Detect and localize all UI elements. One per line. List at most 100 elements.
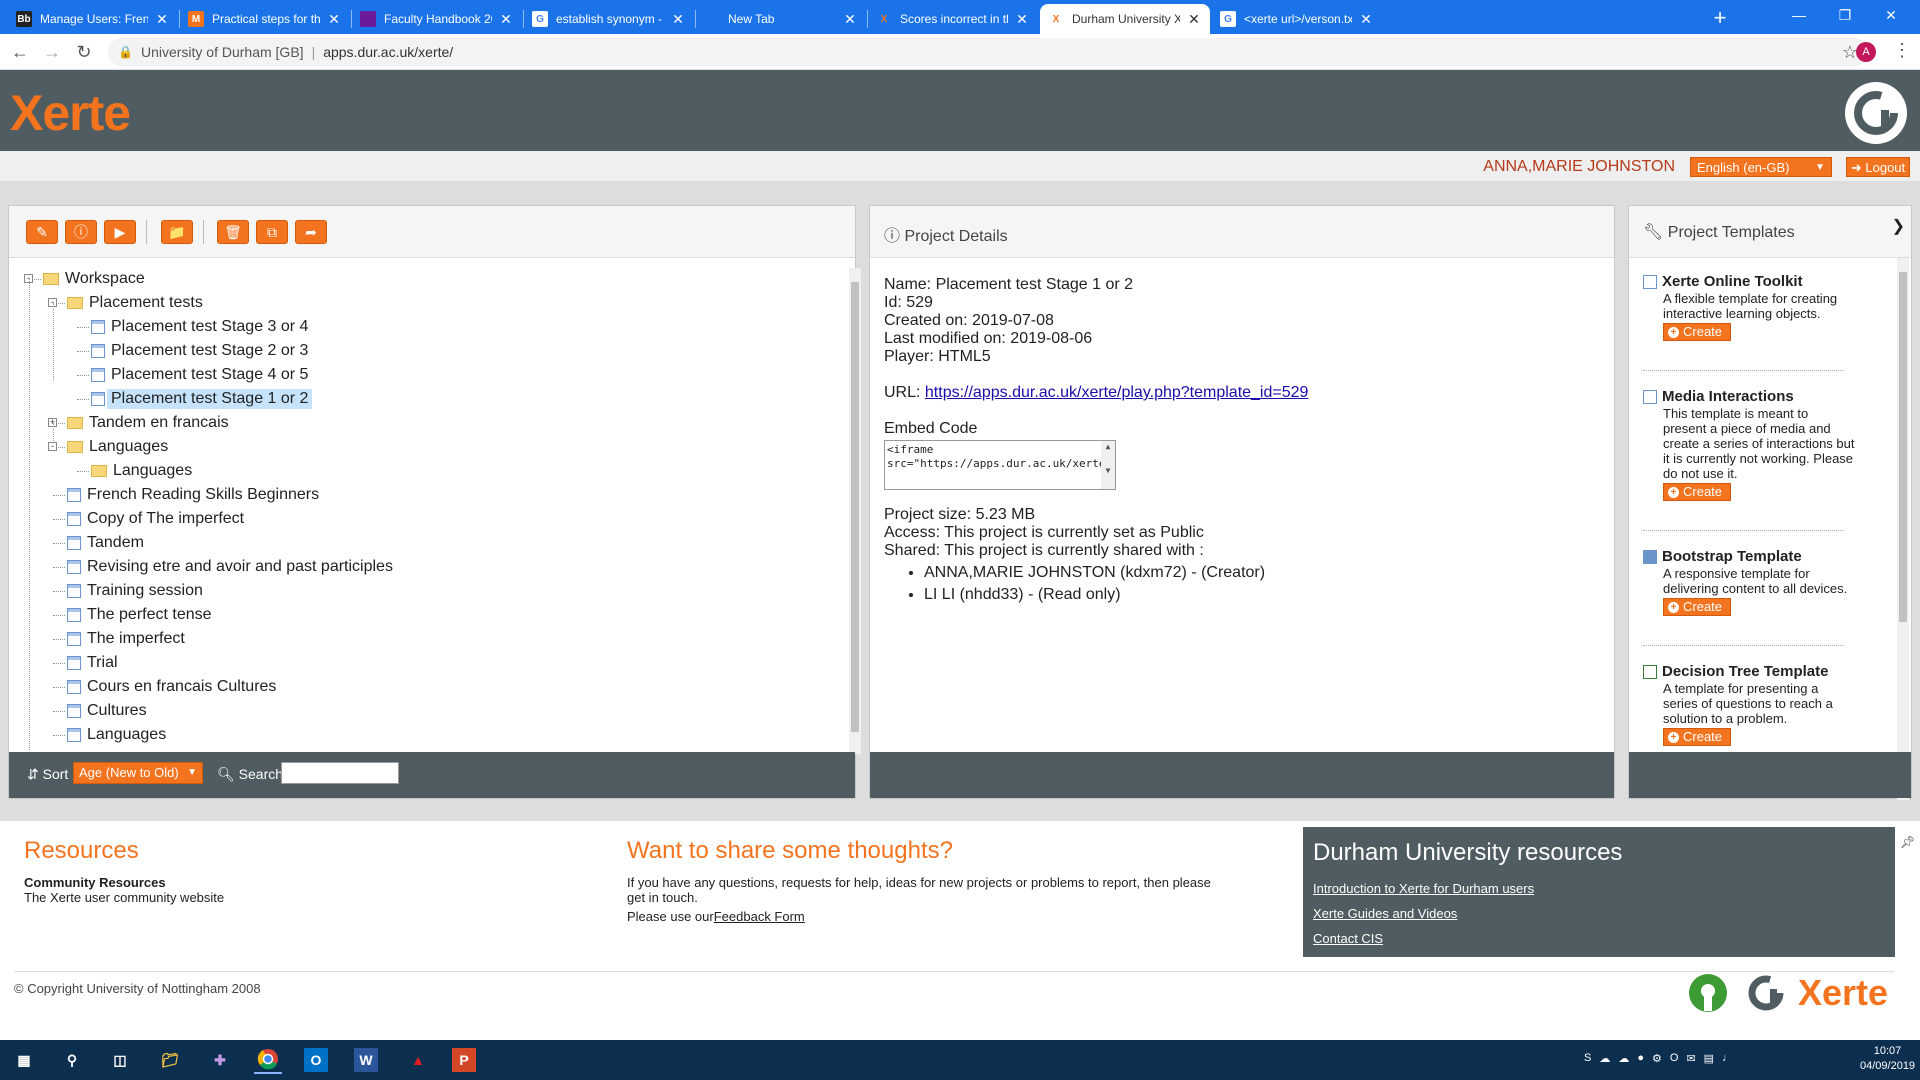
- sort-select[interactable]: Age (New to Old) ▼: [73, 762, 203, 784]
- browser-tab[interactable]: Faculty Handbook 2019-20 ✕: [352, 4, 522, 34]
- collapse-icon[interactable]: -: [48, 442, 57, 451]
- templates-scrollbar[interactable]: [1897, 258, 1909, 800]
- tray-icon[interactable]: ☁: [1618, 1052, 1629, 1065]
- tray-icon[interactable]: O: [1670, 1052, 1679, 1065]
- browser-tab[interactable]: New Tab ✕: [696, 4, 866, 34]
- scroll-thumb[interactable]: [1899, 272, 1907, 622]
- tray-icon[interactable]: ☁: [1599, 1052, 1610, 1065]
- durham-link-contact[interactable]: Contact CIS: [1313, 931, 1383, 946]
- project-url-link[interactable]: https://apps.dur.ac.uk/xerte/play.php?te…: [925, 384, 1309, 401]
- close-tab-icon[interactable]: ✕: [326, 11, 342, 28]
- tree-node[interactable]: Revising etre and avoir and past partici…: [67, 556, 393, 578]
- language-select[interactable]: English (en-GB) ▼: [1690, 157, 1832, 177]
- tree-scrollbar[interactable]: [849, 268, 861, 754]
- browser-tab[interactable]: M Practical steps for the transi ✕: [180, 4, 350, 34]
- file-explorer-icon[interactable]: 📁︎: [156, 1046, 184, 1074]
- edit-button[interactable]: ✎: [26, 220, 58, 244]
- duplicate-button[interactable]: ⧉: [256, 220, 288, 244]
- browser-tab[interactable]: X Durham University Xerte On ✕: [1040, 4, 1210, 34]
- delete-button[interactable]: 🗑: [217, 220, 249, 244]
- embed-scrollbar[interactable]: ▲ ▼: [1101, 441, 1115, 489]
- tree-node[interactable]: Tandem: [67, 532, 144, 554]
- tree-node[interactable]: Placement tests: [67, 292, 203, 314]
- close-window-button[interactable]: ✕: [1868, 0, 1914, 30]
- language-value: English (en-GB): [1697, 160, 1790, 175]
- pin-icon[interactable]: 📌︎: [1900, 835, 1915, 849]
- publish-button[interactable]: ➦: [295, 220, 327, 244]
- acrobat-icon[interactable]: ▲: [404, 1046, 432, 1074]
- volume-icon[interactable]: ♩: [1722, 1052, 1733, 1065]
- search-input[interactable]: [281, 762, 399, 784]
- tree-node[interactable]: French Reading Skills Beginners: [67, 484, 319, 506]
- logout-button[interactable]: ➜ Logout: [1846, 157, 1910, 177]
- restore-button[interactable]: ❐: [1822, 0, 1868, 30]
- tree-node[interactable]: Languages: [67, 436, 168, 458]
- close-tab-icon[interactable]: ✕: [670, 11, 686, 28]
- tree-node[interactable]: Training session: [67, 580, 203, 602]
- network-icon[interactable]: ▤: [1704, 1052, 1714, 1065]
- tree-node[interactable]: Cultures: [67, 700, 147, 722]
- browser-tab[interactable]: Bb Manage Users: French Stag ✕: [8, 4, 178, 34]
- powerpoint-icon[interactable]: P: [452, 1048, 476, 1072]
- trash-icon: 🗑: [224, 223, 242, 240]
- embed-code-textarea[interactable]: <iframe src="https://apps.dur.ac.uk/xert…: [884, 440, 1116, 490]
- url-input[interactable]: 🔒 University of Durham [GB] | apps.dur.a…: [108, 38, 1868, 66]
- tree-node[interactable]: Languages: [91, 460, 192, 482]
- clock[interactable]: 10:07 04/09/2019: [1860, 1044, 1915, 1074]
- app-icon[interactable]: ✚: [206, 1046, 234, 1074]
- windows-start-icon[interactable]: ▦: [10, 1046, 38, 1074]
- scroll-thumb[interactable]: [851, 282, 859, 732]
- community-resources-link[interactable]: Community Resources: [24, 875, 166, 890]
- close-tab-icon[interactable]: ✕: [498, 11, 514, 28]
- close-tab-icon[interactable]: ✕: [1186, 11, 1202, 28]
- tray-icon[interactable]: ✉: [1686, 1052, 1695, 1065]
- create-button[interactable]: + Create: [1663, 483, 1731, 501]
- tree-node[interactable]: Languages: [67, 724, 166, 746]
- properties-button[interactable]: ⓘ: [65, 220, 97, 244]
- back-icon[interactable]: ←: [8, 40, 32, 64]
- close-tab-icon[interactable]: ✕: [842, 11, 858, 28]
- preview-button[interactable]: ▶: [104, 220, 136, 244]
- feedback-form-link[interactable]: Feedback Form: [714, 909, 805, 924]
- tree-node[interactable]: Placement test Stage 1 or 2: [91, 388, 313, 410]
- tree-node[interactable]: Trial: [67, 652, 118, 674]
- close-tab-icon[interactable]: ✕: [1014, 11, 1030, 28]
- durham-link-intro[interactable]: Introduction to Xerte for Durham users: [1313, 881, 1534, 896]
- collapse-chevron-icon[interactable]: ❯: [1892, 216, 1905, 236]
- tray-icon[interactable]: S: [1584, 1052, 1591, 1065]
- tree-node[interactable]: Cours en francais Cultures: [67, 676, 276, 698]
- tree-node[interactable]: Placement test Stage 4 or 5: [91, 364, 308, 386]
- new-tab-button[interactable]: +: [1706, 4, 1734, 32]
- create-button[interactable]: + Create: [1663, 728, 1731, 746]
- tree-node[interactable]: The imperfect: [67, 628, 185, 650]
- reload-icon[interactable]: ↻: [72, 40, 96, 64]
- templates-footer: [1629, 752, 1911, 798]
- word-icon[interactable]: W: [354, 1048, 378, 1072]
- forward-icon[interactable]: →: [40, 40, 64, 64]
- durham-link-guides[interactable]: Xerte Guides and Videos: [1313, 906, 1457, 921]
- create-button[interactable]: + Create: [1663, 598, 1731, 616]
- chrome-icon[interactable]: [254, 1046, 282, 1074]
- create-button[interactable]: + Create: [1663, 323, 1731, 341]
- search-icon[interactable]: ⚲: [58, 1046, 86, 1074]
- outlook-icon[interactable]: O: [304, 1048, 328, 1072]
- tree-node[interactable]: Placement test Stage 2 or 3: [91, 340, 308, 362]
- profile-avatar[interactable]: A: [1856, 42, 1876, 62]
- close-tab-icon[interactable]: ✕: [154, 11, 170, 28]
- close-tab-icon[interactable]: ✕: [1358, 11, 1374, 28]
- browser-tab[interactable]: G <xerte url>/verson.txt - Goo ✕: [1212, 4, 1382, 34]
- tray-icon[interactable]: ⚙: [1652, 1052, 1662, 1065]
- browser-tab[interactable]: X Scores incorrect in the &qu ✕: [868, 4, 1038, 34]
- tray-icon[interactable]: ●: [1637, 1052, 1644, 1065]
- browser-tab[interactable]: Gestablish synonym - Google ✕: [524, 4, 694, 34]
- browser-menu-icon[interactable]: ⋮: [1893, 40, 1911, 61]
- tree-node[interactable]: Workspace: [43, 268, 145, 290]
- new-folder-button[interactable]: 📁: [161, 220, 193, 244]
- tree-node[interactable]: Copy of The imperfect: [67, 508, 244, 530]
- minimize-button[interactable]: —: [1776, 0, 1822, 30]
- task-view-icon[interactable]: ◫: [106, 1046, 134, 1074]
- tree-node[interactable]: Placement test Stage 3 or 4: [91, 316, 308, 338]
- tree-node[interactable]: The perfect tense: [67, 604, 212, 626]
- file-icon: [67, 488, 81, 502]
- tree-node[interactable]: Tandem en francais: [67, 412, 229, 434]
